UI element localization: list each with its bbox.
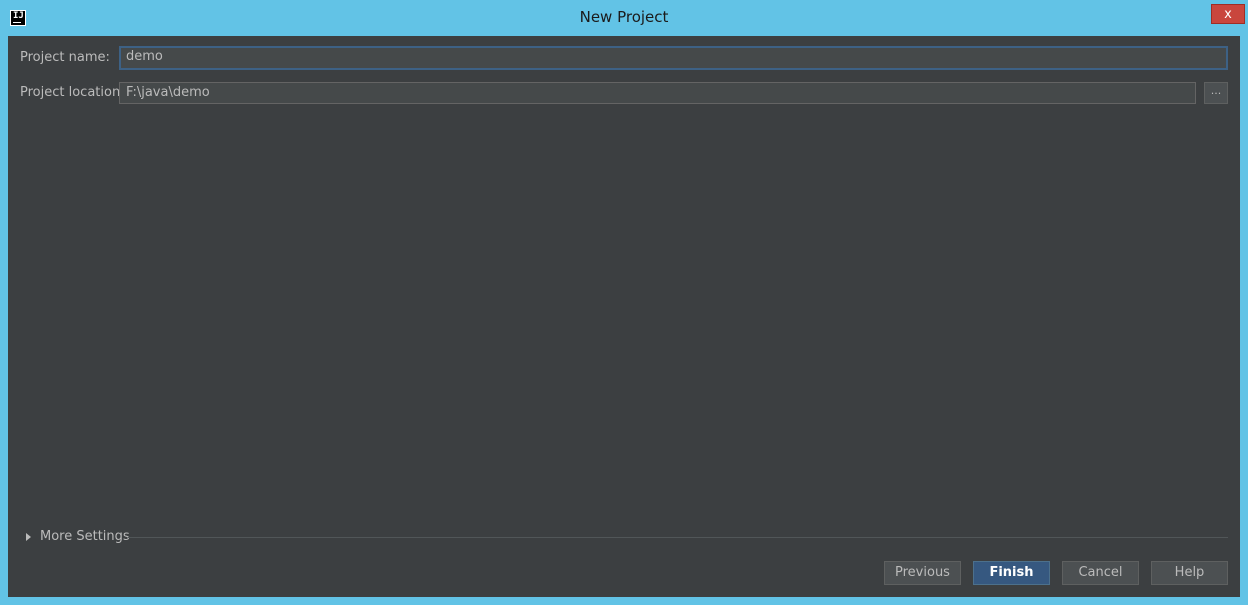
expand-triangle-icon <box>26 533 31 541</box>
help-button[interactable]: Help <box>1151 561 1228 585</box>
project-name-label: Project name: <box>20 50 110 65</box>
project-location-input[interactable]: F:\java\demo <box>119 82 1196 104</box>
close-button[interactable]: x <box>1211 4 1245 24</box>
previous-button[interactable]: Previous <box>884 561 961 585</box>
title-bar: IJ New Project x <box>0 0 1248 36</box>
project-name-input[interactable]: demo <box>119 46 1228 70</box>
dialog-content: Project name: demo Project location: F:\… <box>8 36 1240 597</box>
new-project-window: IJ New Project x Project name: demo Proj… <box>0 0 1248 605</box>
more-settings-label: More Settings <box>40 529 130 544</box>
window-title: New Project <box>579 8 669 26</box>
cancel-button[interactable]: Cancel <box>1062 561 1139 585</box>
project-location-label: Project location: <box>20 85 125 100</box>
finish-button[interactable]: Finish <box>973 561 1050 585</box>
browse-location-button[interactable]: ... <box>1204 82 1228 104</box>
more-settings-divider <box>128 537 1228 538</box>
